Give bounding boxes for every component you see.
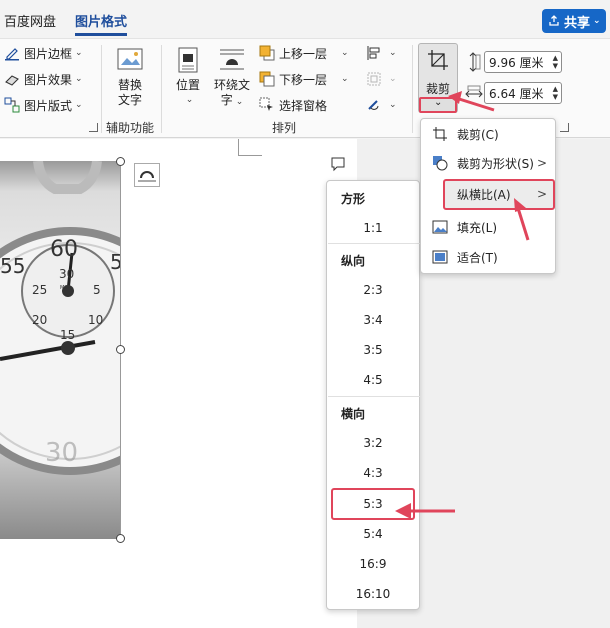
- share-label: 共享: [564, 15, 591, 31]
- effects-icon: [5, 75, 19, 86]
- picture-effects-button[interactable]: 图片效果 ⌄: [4, 69, 83, 89]
- dial-number: 25: [32, 283, 47, 297]
- height-icon: [469, 52, 481, 72]
- position-button[interactable]: 位置 ⌄: [170, 45, 206, 108]
- resize-handle[interactable]: [116, 534, 125, 543]
- height-field[interactable]: 9.96 厘米 ▲ ▼: [484, 51, 562, 73]
- aspect-ratio-item[interactable]: 3:5: [327, 343, 419, 357]
- aspect-ratio-item[interactable]: 4:5: [327, 373, 419, 387]
- fit-picture-icon: [432, 250, 448, 264]
- chevron-down-icon: ⌄: [434, 97, 443, 108]
- crop-menu-item-crop[interactable]: 裁剪(C): [421, 120, 555, 148]
- tab-picture-format[interactable]: 图片格式: [75, 11, 127, 30]
- dial-label: MIN: [60, 285, 70, 291]
- landscape-heading: 横向: [341, 407, 366, 421]
- crop-menu-item-fit[interactable]: 适合(T): [421, 243, 555, 271]
- bring-forward-button[interactable]: 上移一层 ⌄: [259, 43, 349, 63]
- dial-number: 20: [32, 313, 47, 327]
- group-divider: [101, 45, 102, 133]
- layout-icon: [4, 97, 20, 113]
- size-launcher-icon[interactable]: [560, 123, 569, 132]
- alt-text-icon: [117, 48, 143, 70]
- dial-number: 10: [88, 313, 103, 327]
- crop-icon: [428, 50, 448, 70]
- layout-options-button[interactable]: [134, 163, 160, 187]
- group-label-arrange: 排列: [272, 121, 297, 135]
- selection-pane-button[interactable]: 选择窗格: [259, 95, 327, 115]
- dial-number: 5: [93, 283, 101, 297]
- aspect-ratio-item[interactable]: 3:2: [327, 436, 419, 450]
- dial-number: 30: [59, 267, 74, 281]
- group-button[interactable]: ⌄: [366, 69, 397, 89]
- wrap-text-button[interactable]: 环绕文 字 ⌄: [210, 45, 254, 110]
- aspect-ratio-item[interactable]: 2:3: [327, 283, 419, 297]
- tab-baidu-netdisk[interactable]: 百度网盘: [4, 11, 56, 30]
- square-heading: 方形: [341, 192, 366, 206]
- stepper-icon[interactable]: ▲ ▼: [553, 85, 558, 101]
- layout-options-icon: [138, 171, 156, 182]
- resize-handle[interactable]: [116, 345, 125, 354]
- portrait-heading: 纵向: [341, 254, 366, 268]
- aspect-ratio-item[interactable]: 3:4: [327, 313, 419, 327]
- dial-number: 55: [0, 254, 25, 278]
- annotation-arrow-icon: [448, 91, 495, 112]
- dial-number: 60: [50, 237, 78, 262]
- comment-icon[interactable]: [330, 156, 346, 172]
- crop-icon: [433, 127, 447, 141]
- page-margin-mark: [238, 139, 262, 156]
- chevron-right-icon: >: [536, 156, 547, 170]
- selection-pane-icon: [259, 97, 273, 111]
- stepper-icon[interactable]: ▲ ▼: [553, 54, 558, 70]
- picture-styles-launcher-icon[interactable]: [89, 123, 98, 132]
- ribbon-tab-bar: 百度网盘 图片格式 共享 ⌄: [0, 0, 610, 38]
- aspect-ratio-item[interactable]: 4:3: [327, 466, 419, 480]
- share-button[interactable]: 共享 ⌄: [542, 9, 606, 33]
- chevron-down-icon: ⌄: [593, 16, 601, 26]
- share-icon: [549, 15, 559, 26]
- rotate-button[interactable]: ⌄: [366, 95, 397, 115]
- stopwatch-image[interactable]: 60 55 5 30 25 5 20 10 15 MIN 30: [0, 161, 121, 539]
- active-tab-indicator: [75, 33, 127, 36]
- shape-icon: [433, 156, 448, 171]
- wrap-text-icon: [220, 49, 244, 70]
- pencil-border-icon: [5, 48, 19, 61]
- menu-divider: [328, 396, 420, 397]
- chevron-down-icon: ⌄: [185, 95, 194, 105]
- annotation-arrow-icon: [514, 198, 530, 241]
- group-icon: [367, 72, 381, 86]
- send-backward-icon: [259, 71, 275, 87]
- group-label-accessibility: 辅助功能: [106, 121, 155, 135]
- picture-border-button[interactable]: 图片边框 ⌄: [4, 43, 83, 63]
- aspect-ratio-item[interactable]: 1:1: [327, 221, 419, 235]
- rotate-icon: [368, 100, 379, 110]
- aspect-ratio-item[interactable]: 16:9: [327, 557, 419, 571]
- bring-forward-icon: [259, 45, 275, 61]
- group-divider: [161, 45, 162, 133]
- send-backward-button[interactable]: 下移一层 ⌄: [259, 69, 349, 89]
- dial-number: 30: [45, 438, 78, 468]
- dial-number: 15: [60, 328, 75, 342]
- aspect-ratio-item[interactable]: 5:4: [327, 527, 419, 541]
- fill-picture-icon: [432, 220, 448, 234]
- annotation-arrow-icon: [395, 503, 455, 519]
- crop-menu-item-crop-to-shape[interactable]: 裁剪为形状(S) >: [421, 149, 555, 177]
- aspect-ratio-submenu: 方形 1:1 纵向 2:3 3:4 3:5 4:5 横向 3:2 4:3 5:3…: [326, 180, 420, 610]
- picture-layout-button[interactable]: 图片版式 ⌄: [4, 95, 83, 115]
- align-button[interactable]: ⌄: [366, 43, 397, 63]
- aspect-ratio-item[interactable]: 16:10: [327, 587, 419, 601]
- position-icon: [178, 47, 198, 73]
- alt-text-button[interactable]: 替换 文字: [112, 45, 148, 108]
- menu-divider: [328, 243, 420, 244]
- stopwatch-illustration: 60 55 5 30 25 5 20 10 15 MIN 30: [0, 161, 121, 475]
- group-divider: [412, 45, 413, 133]
- align-icon: [367, 46, 380, 60]
- resize-handle[interactable]: [116, 157, 125, 166]
- chevron-right-icon: >: [536, 187, 547, 201]
